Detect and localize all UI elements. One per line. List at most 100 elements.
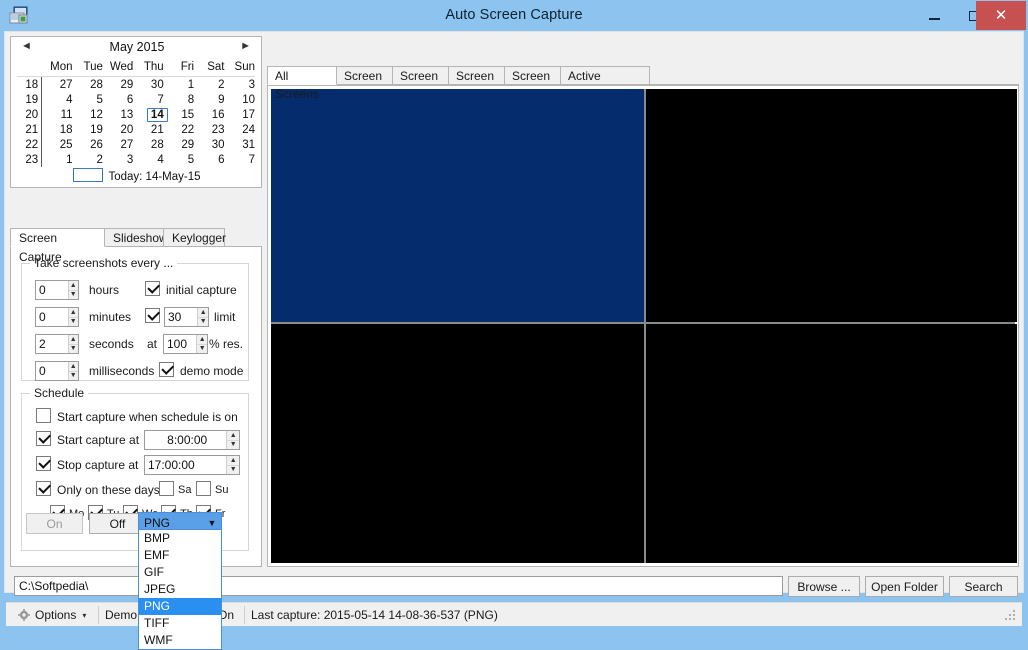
calendar-day[interactable]: 5: [73, 92, 103, 107]
start-capture-checkbox[interactable]: [36, 431, 51, 446]
calendar-day[interactable]: 25: [42, 137, 73, 152]
calendar-day[interactable]: 6: [194, 152, 224, 167]
calendar-day[interactable]: 30: [194, 137, 225, 152]
format-option-wmf[interactable]: WMF: [139, 632, 221, 649]
resolution-spinner[interactable]: ▲▼: [163, 334, 208, 354]
left-tab-keylogger[interactable]: Keylogger: [163, 228, 226, 247]
stop-time-spin-buttons[interactable]: ▲ ▼: [226, 456, 239, 474]
preview-tab-screen-2[interactable]: Screen 2: [392, 66, 449, 101]
limit-input[interactable]: [165, 308, 198, 326]
calendar-day[interactable]: 1: [164, 77, 194, 93]
spin-up-icon[interactable]: ▲: [68, 281, 78, 291]
spin-up-icon[interactable]: ▲: [68, 308, 78, 318]
start-time-spin-buttons[interactable]: ▲ ▼: [226, 431, 239, 449]
preview-tab-screen-1[interactable]: Screen 1: [336, 66, 393, 101]
milliseconds-input[interactable]: [36, 362, 68, 380]
calendar-day[interactable]: 16: [194, 107, 225, 122]
limit-spin-buttons[interactable]: ▲ ▼: [197, 308, 208, 326]
calendar-day[interactable]: 1: [42, 152, 72, 167]
minimize-button[interactable]: [912, 1, 956, 30]
calendar-day[interactable]: 10: [225, 92, 255, 107]
spin-down-icon[interactable]: ▼: [69, 318, 79, 327]
format-option-emf[interactable]: EMF: [139, 547, 221, 564]
seconds-input[interactable]: [36, 335, 68, 353]
save-folder-field[interactable]: [14, 576, 783, 596]
calendar-day[interactable]: 18: [42, 122, 73, 137]
calendar-day[interactable]: 12: [73, 107, 103, 122]
calendar-day[interactable]: 2: [73, 152, 103, 167]
calendar-day[interactable]: 28: [73, 77, 103, 93]
screen-1-thumbnail[interactable]: [271, 89, 644, 322]
calendar-day[interactable]: 9: [194, 92, 224, 107]
spin-up-icon[interactable]: ▲: [227, 456, 239, 466]
calendar-day[interactable]: 21: [133, 122, 164, 137]
resolution-spin-buttons[interactable]: ▲ ▼: [196, 335, 207, 353]
preview-tab-all-screens[interactable]: All Screens: [267, 66, 337, 101]
calendar-day[interactable]: 30: [133, 77, 164, 93]
calendar-day[interactable]: 6: [103, 92, 133, 107]
calendar-day[interactable]: 13: [103, 107, 134, 122]
calendar-day[interactable]: 31: [225, 137, 255, 152]
spin-up-icon[interactable]: ▲: [68, 335, 78, 345]
start-time-spinner[interactable]: ▲▼: [144, 430, 240, 450]
calendar-day[interactable]: 3: [103, 152, 133, 167]
resize-grip-icon[interactable]: [1005, 610, 1017, 622]
spin-down-icon[interactable]: ▼: [69, 345, 79, 354]
spin-up-icon[interactable]: ▲: [198, 308, 208, 318]
limit-checkbox[interactable]: [145, 308, 160, 323]
calendar-day[interactable]: 20: [103, 122, 134, 137]
calendar-day[interactable]: 3: [225, 77, 255, 93]
left-tab-screen-capture[interactable]: Screen Capture: [10, 228, 105, 264]
resolution-input[interactable]: [164, 335, 197, 353]
search-button[interactable]: Search: [949, 576, 1018, 597]
calendar-day[interactable]: 4: [42, 92, 72, 107]
format-option-gif[interactable]: GIF: [139, 564, 221, 581]
calendar-day[interactable]: 5: [164, 152, 194, 167]
calendar-day[interactable]: 23: [194, 122, 225, 137]
calendar-next-icon[interactable]: ►: [240, 40, 251, 52]
calendar-day[interactable]: 4: [133, 152, 163, 167]
calendar-day[interactable]: 27: [42, 77, 73, 93]
day-checkbox-sa[interactable]: [159, 481, 174, 496]
preview-tab-screen-3[interactable]: Screen 3: [448, 66, 505, 101]
milliseconds-spin-buttons[interactable]: ▲ ▼: [67, 362, 79, 381]
day-checkbox-su[interactable]: [196, 481, 211, 496]
calendar-day[interactable]: 2: [194, 77, 224, 93]
calendar-day[interactable]: 7: [225, 152, 255, 167]
stop-time-spinner[interactable]: ▲▼: [144, 455, 240, 475]
start-when-schedule-on-checkbox[interactable]: [36, 408, 51, 423]
spin-down-icon[interactable]: ▼: [197, 345, 207, 354]
stop-time-input[interactable]: [145, 456, 227, 474]
calendar-day[interactable]: 17: [225, 107, 255, 122]
preview-tab-screen-4[interactable]: Screen 4: [504, 66, 561, 101]
image-format-dropdown-list[interactable]: BMP EMF GIF JPEG PNG TIFF WMF: [138, 529, 222, 650]
spin-up-icon[interactable]: ▲: [197, 335, 207, 345]
format-option-png[interactable]: PNG: [139, 598, 221, 615]
browse-button[interactable]: Browse ...: [788, 576, 860, 597]
milliseconds-spinner[interactable]: ▲▼: [35, 361, 79, 381]
spin-down-icon[interactable]: ▼: [69, 291, 79, 300]
demo-mode-checkbox[interactable]: [159, 362, 174, 377]
screen-2-thumbnail[interactable]: [646, 89, 1017, 322]
format-option-bmp[interactable]: BMP: [139, 530, 221, 547]
calendar-day[interactable]: 29: [103, 77, 134, 93]
seconds-spinner[interactable]: ▲▼: [35, 334, 79, 354]
minutes-input[interactable]: [36, 308, 68, 326]
calendar-day[interactable]: 29: [164, 137, 194, 152]
open-folder-button[interactable]: Open Folder: [865, 576, 944, 597]
spin-down-icon[interactable]: ▼: [227, 466, 239, 475]
hours-input[interactable]: [36, 281, 68, 299]
calendar-day[interactable]: 27: [103, 137, 134, 152]
left-tab-slideshow[interactable]: Slideshow: [104, 228, 168, 247]
close-button[interactable]: ✕: [976, 1, 1026, 30]
hours-spinner[interactable]: ▲▼: [35, 280, 79, 300]
calendar-day[interactable]: 19: [73, 122, 103, 137]
schedule-on-button[interactable]: On: [26, 513, 83, 534]
preview-area[interactable]: [267, 85, 1019, 567]
preview-tab-active-window[interactable]: Active Window: [560, 66, 650, 101]
calendar-day[interactable]: 8: [164, 92, 194, 107]
spin-down-icon[interactable]: ▼: [69, 372, 79, 381]
initial-capture-checkbox[interactable]: [145, 281, 160, 296]
spin-down-icon[interactable]: ▼: [227, 441, 239, 450]
minutes-spin-buttons[interactable]: ▲ ▼: [67, 308, 79, 327]
